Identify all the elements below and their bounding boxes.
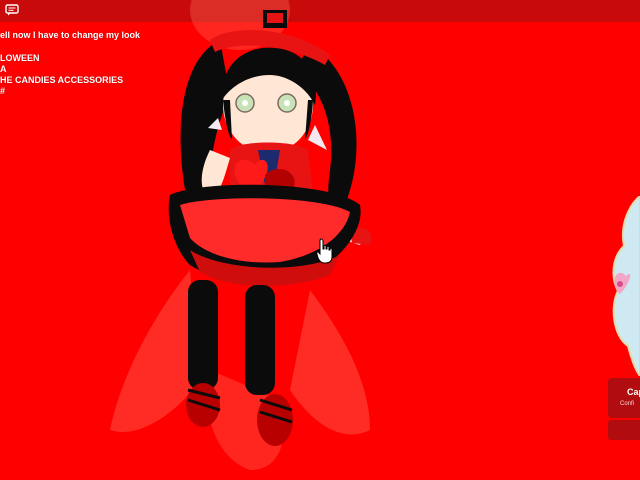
game-viewport[interactable]: ell now I have to change my look LOWEEN … [0, 0, 640, 480]
cap-button[interactable]: Cap Confi [608, 378, 640, 418]
cap-button-sublabel: Confi [620, 401, 635, 407]
secondary-button[interactable] [608, 420, 640, 440]
hand-pointer-icon [316, 238, 333, 264]
accessory-item-card[interactable] [608, 196, 640, 376]
ear-bow-right [308, 125, 327, 150]
leg-left [188, 280, 218, 390]
leg-right [245, 285, 275, 395]
player-avatar[interactable] [80, 0, 400, 480]
cap-button-label: Cap [627, 387, 640, 397]
chat-icon[interactable] [5, 4, 19, 16]
